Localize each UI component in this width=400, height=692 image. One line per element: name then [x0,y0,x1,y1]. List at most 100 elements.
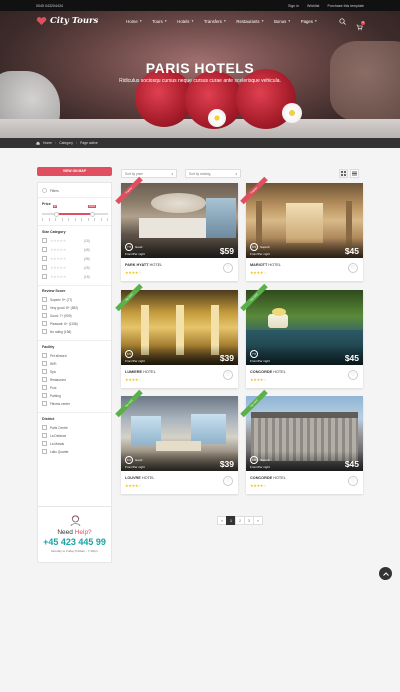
menu-item-restaurants[interactable]: Restaurants ▼ [236,19,264,24]
price-slider-min-handle[interactable] [54,211,60,217]
review-filter[interactable]: Superb: 9+ (77) [42,297,72,302]
heart-icon: ♡ [350,265,356,271]
checkbox[interactable] [42,256,47,261]
checkbox[interactable] [42,393,47,398]
checkbox[interactable] [42,321,47,326]
checkbox[interactable] [42,377,47,382]
hotel-card[interactable]: Top rated 7.5 From/Per night $45 CONCORD… [240,283,363,388]
facility-filter[interactable]: Restaurant [42,377,66,382]
checkbox[interactable] [42,247,47,252]
star-filter-2[interactable]: ★★★★★ [42,265,66,270]
search-icon[interactable] [339,17,346,25]
district-filter[interactable]: La Defance [42,433,66,438]
checkbox[interactable] [42,425,47,430]
hotel-card[interactable]: Top rated 8.5 Superb From/Per night $45 … [240,389,363,494]
back-to-top-button[interactable] [379,567,392,580]
district-filter[interactable]: La Marais [42,441,64,446]
hotel-price: $45 [344,353,359,363]
breadcrumb-home[interactable]: Home [43,141,52,145]
review-filter[interactable]: Good: 7+ (909) [42,313,72,318]
checkbox[interactable] [42,385,47,390]
checkbox[interactable] [42,441,47,446]
checkbox[interactable] [42,297,47,302]
sign-in-link[interactable]: Sign in [288,4,299,8]
sort-price-select[interactable]: Sort by price ▾ [121,169,177,178]
wishlist-heart-button[interactable]: ♡ [223,263,233,273]
pagination: « 1 2 3 » [217,516,263,525]
page-subtitle: Ridiculus sociosqu cursus neque cursus c… [119,78,281,84]
checkbox[interactable] [42,329,47,334]
star-filter-1[interactable]: ★★★★★ [42,274,66,279]
sort-ranking-select[interactable]: Sort by ranking ▾ [185,169,241,178]
star-count: (45) [84,248,90,252]
star-category-heading: Star Category [42,230,66,234]
filters-header[interactable]: Filters [42,188,59,193]
wishlist-heart-button[interactable]: ♡ [223,476,233,486]
cart-button[interactable]: 0 [356,18,365,30]
wishlist-link[interactable]: Wishlist [307,4,319,8]
checkbox[interactable] [42,449,47,454]
checkbox[interactable] [42,353,47,358]
list-view-button[interactable] [350,169,359,178]
price-max-label: $120 [88,205,96,208]
checkbox[interactable] [42,401,47,406]
facility-filter[interactable]: Pet allowed [42,353,66,358]
menu-item-transfers[interactable]: Transfers ▼ [204,19,226,24]
view-on-map-button[interactable]: VIEW ON MAP [37,167,112,176]
menu-item-tours[interactable]: Tours ▼ [152,19,167,24]
grid-view-button[interactable] [339,169,348,178]
pagination-next[interactable]: » [253,516,263,525]
menu-item-pages[interactable]: Pages ▼ [301,19,318,24]
facility-filter[interactable]: Parking [42,393,61,398]
district-filter[interactable]: Latin Quarter [42,449,69,454]
menu-item-home[interactable]: Home ▼ [126,19,142,24]
menu-item-hotels[interactable]: Hotels ▼ [177,19,194,24]
price-slider-max-handle[interactable] [89,211,95,217]
logo[interactable]: City Tours [36,16,98,26]
checkbox[interactable] [42,313,47,318]
hotel-name[interactable]: CONCORDE HOTEL [250,476,286,480]
hotel-name[interactable]: PARK HYATT HOTEL [125,263,162,267]
hotel-name[interactable]: LUMIERE HOTEL [125,370,156,374]
district-filter[interactable]: Paris Centre [42,425,68,430]
menu-item-bonus[interactable]: Bonus ▼ [274,19,291,24]
hotel-card[interactable]: Top rated 6.0 Good From/Per night $39 LO… [115,389,238,494]
checkbox[interactable] [42,274,47,279]
facility-filter[interactable]: Spa [42,369,56,374]
review-filter[interactable]: Very good: 8+ (552) [42,305,78,310]
checkbox[interactable] [42,265,47,270]
facility-filter[interactable]: WiFi [42,361,56,366]
help-phone[interactable]: +45 423 445 99 [38,537,111,547]
facility-filter[interactable]: Pool [42,385,56,390]
checkbox[interactable] [42,361,47,366]
logo-text: City Tours [50,16,99,26]
checkbox[interactable] [42,433,47,438]
chevron-down-icon: ▾ [235,171,237,176]
phone-text: 0045 043204434 [36,3,63,8]
need-help-box: Need Help? +45 423 445 99 Monday to Frid… [37,506,112,563]
wishlist-heart-button[interactable]: ♡ [223,370,233,380]
wishlist-heart-button[interactable]: ♡ [348,476,358,486]
breadcrumb-category[interactable]: Category [59,141,73,145]
hotel-name[interactable]: LOUVRE HOTEL [125,476,155,480]
wishlist-heart-button[interactable]: ♡ [348,263,358,273]
star-filter-4[interactable]: ★★★★★ [42,247,66,252]
review-score-badge: 7.5 [125,243,133,251]
star-filter-5[interactable]: ★★★★★ [42,238,66,243]
breadcrumb-separator: › [75,141,78,145]
checkbox[interactable] [42,369,47,374]
review-filter[interactable]: No rating (198) [42,329,71,334]
hotel-name[interactable]: MARIOTT HOTEL [250,263,281,267]
hotel-name[interactable]: CONCORDE HOTEL [250,370,286,374]
checkbox[interactable] [42,238,47,243]
hotel-card[interactable]: Top rated 6.5 From/Per night $39 LUMIERE… [115,283,238,388]
facility-filter[interactable]: Fitness center [42,401,70,406]
purchase-link[interactable]: Purchase this template [327,4,364,8]
checkbox[interactable] [42,305,47,310]
star-filter-3[interactable]: ★★★★★ [42,256,66,261]
review-filter[interactable]: Pleasant: 6+ (1196) [42,321,78,326]
hotel-card[interactable]: Popular 8.5 Superb From/Per night $45 MA… [240,176,363,281]
wishlist-heart-button[interactable]: ♡ [348,370,358,380]
hotel-card[interactable]: Popular 7.5 Good From/Per night $59 PARK… [115,176,238,281]
star-rating-icons: ★★★★★ [50,238,66,243]
